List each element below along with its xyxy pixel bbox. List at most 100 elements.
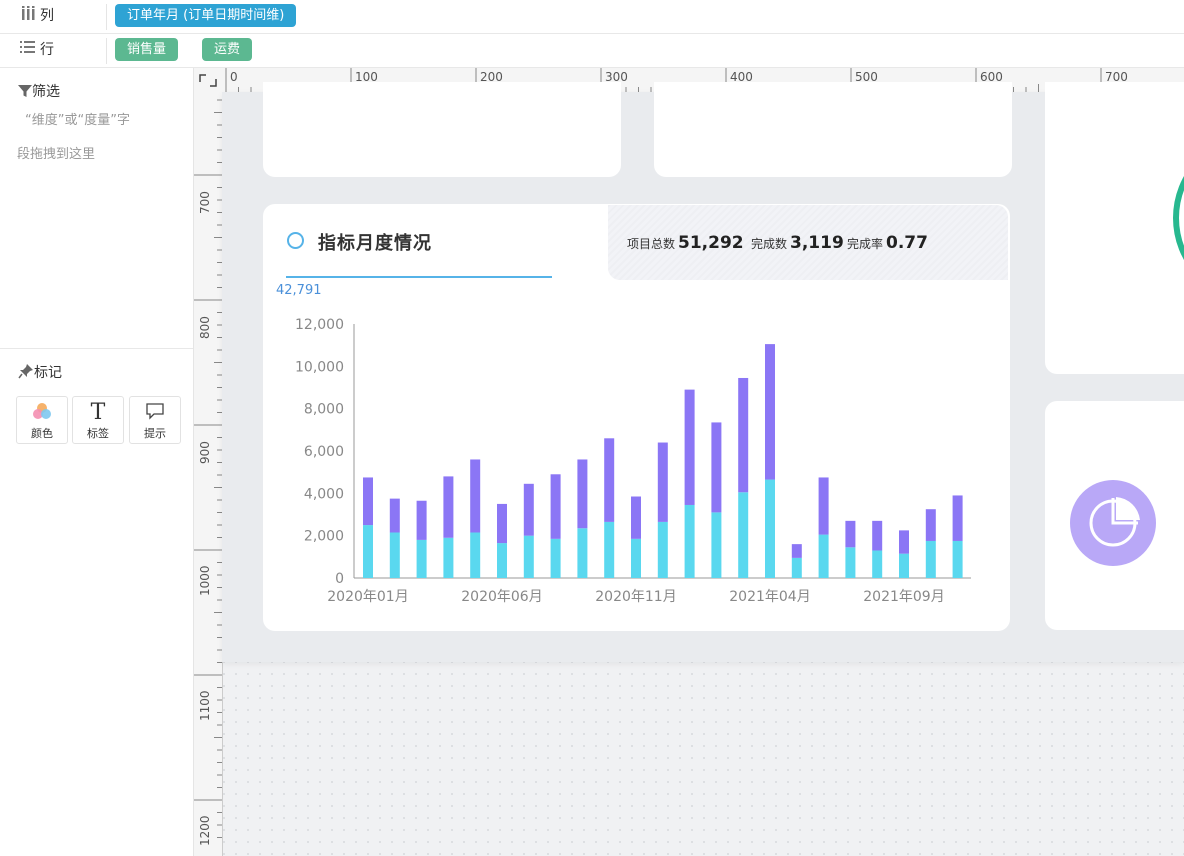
bar-segment-bottom[interactable]: [872, 550, 883, 578]
rows-shelf-label: 行: [20, 34, 54, 67]
bar-segment-top[interactable]: [791, 544, 802, 558]
stat-rate-value: 0.77: [886, 233, 928, 253]
bar-segment-top[interactable]: [684, 389, 695, 505]
bar-segment-bottom[interactable]: [443, 537, 454, 578]
bar-segment-bottom[interactable]: [952, 540, 963, 578]
top-right-card[interactable]: [1045, 82, 1184, 374]
ruler-label: 700: [198, 191, 212, 214]
row-pill-sales[interactable]: 销售量: [115, 38, 179, 61]
stat-completed: 完成数 3,119: [751, 233, 844, 253]
chart-card-title: 指标月度情况: [318, 233, 432, 254]
columns-label: 列: [40, 8, 54, 24]
bar-segment-top[interactable]: [604, 438, 615, 522]
stat-rate-label: 完成率: [847, 237, 884, 251]
label-mark-button[interactable]: T 标签: [72, 396, 124, 444]
bar-segment-top[interactable]: [443, 476, 454, 538]
marks-section-title: 标记: [18, 362, 62, 382]
bar-segment-bottom[interactable]: [765, 479, 775, 578]
bar-segment-bottom[interactable]: [845, 547, 856, 578]
bar-segment-top[interactable]: [523, 483, 534, 536]
stat-completed-label: 完成数: [751, 237, 788, 251]
filter-title: 筛选: [32, 84, 60, 100]
bar-segment-top[interactable]: [711, 422, 722, 513]
y-tick-label: 0: [335, 571, 344, 587]
title-ring-icon: [287, 232, 304, 249]
bar-segment-top[interactable]: [845, 520, 856, 548]
bar-segment-bottom[interactable]: [416, 539, 427, 578]
stat-rate: 完成率 0.77: [847, 233, 928, 253]
bar-segment-bottom[interactable]: [604, 521, 615, 578]
bar-segment-top[interactable]: [497, 503, 507, 544]
stat-total: 项目总数 51,292: [627, 233, 744, 253]
column-bars-icon: [20, 0, 40, 33]
bar-segment-top[interactable]: [899, 530, 909, 554]
bar-segment-bottom[interactable]: [738, 492, 749, 578]
color-mark-label: 颜色: [31, 427, 53, 440]
ruler-label: 1000: [198, 565, 212, 596]
bar-segment-top[interactable]: [363, 477, 373, 526]
bar-segment-top[interactable]: [657, 442, 668, 522]
stat-total-value: 51,292: [678, 233, 744, 253]
bar-segment-bottom[interactable]: [389, 532, 400, 578]
x-tick-label: 2020年11月: [595, 589, 676, 605]
bar-segment-bottom[interactable]: [550, 538, 561, 578]
top-middle-card[interactable]: [654, 82, 1012, 177]
label-mark-label: 标签: [87, 427, 109, 440]
shelf-divider: [106, 38, 107, 64]
bar-segment-bottom[interactable]: [631, 538, 641, 578]
y-tick-label: 12,000: [295, 317, 344, 333]
y-tick-label: 8,000: [304, 402, 344, 418]
bar-segment-top[interactable]: [952, 495, 963, 541]
y-tick-label: 10,000: [295, 359, 344, 375]
bar-segment-bottom[interactable]: [899, 553, 909, 578]
tooltip-mark-button[interactable]: 提示: [129, 396, 181, 444]
filter-section-title: 筛选: [18, 81, 60, 101]
columns-shelf-label: 列: [20, 0, 54, 33]
rows-label: 行: [40, 42, 54, 58]
column-pill-order-month[interactable]: 订单年月 (订单日期时间维): [115, 4, 297, 27]
panel-divider: [0, 348, 193, 349]
y-tick-label: 2,000: [304, 529, 344, 545]
stat-total-label: 项目总数: [627, 237, 676, 251]
filter-hint-line2: 段拖拽到这里: [17, 147, 96, 162]
list-icon: [20, 34, 40, 67]
bottom-right-card[interactable]: [1045, 401, 1184, 630]
bar-segment-bottom[interactable]: [577, 528, 588, 578]
top-left-card[interactable]: [263, 82, 621, 177]
bar-segment-top[interactable]: [550, 474, 561, 539]
bar-segment-bottom[interactable]: [523, 535, 534, 578]
bar-segment-bottom[interactable]: [470, 532, 481, 578]
filter-drop-zone[interactable]: “维度”或“度量”字 段拖拽到这里: [17, 104, 177, 172]
stat-completed-value: 3,119: [790, 233, 844, 253]
bar-segment-bottom[interactable]: [791, 557, 802, 578]
x-tick-label: 2020年01月: [327, 589, 408, 605]
bar-segment-bottom[interactable]: [497, 543, 507, 578]
bar-segment-top[interactable]: [925, 509, 936, 541]
bar-segment-top[interactable]: [738, 377, 749, 493]
ruler-label: 0: [230, 70, 238, 84]
bar-segment-top[interactable]: [577, 459, 588, 529]
bar-segment-bottom[interactable]: [925, 540, 936, 578]
bar-segment-top[interactable]: [765, 344, 775, 480]
speech-bubble-icon: [130, 401, 180, 425]
bar-segment-top[interactable]: [631, 496, 641, 539]
x-tick-label: 2020年06月: [461, 589, 542, 605]
bar-segment-bottom[interactable]: [711, 512, 722, 578]
color-mark-button[interactable]: 颜色: [16, 396, 68, 444]
y-tick-label: 6,000: [304, 444, 344, 460]
shelf-divider: [106, 4, 107, 30]
bar-segment-bottom[interactable]: [684, 504, 695, 578]
bar-segment-bottom[interactable]: [818, 534, 829, 578]
ruler-corner: [194, 68, 223, 93]
bar-segment-top[interactable]: [818, 477, 829, 535]
bar-segment-top[interactable]: [389, 498, 400, 533]
bar-segment-bottom[interactable]: [363, 525, 373, 578]
bar-segment-bottom[interactable]: [657, 521, 668, 578]
row-pill-freight[interactable]: 运费: [202, 38, 253, 61]
bar-segment-top[interactable]: [470, 459, 481, 533]
rows-shelf: 行 销售量 运费: [0, 34, 1184, 68]
ruler-label: 900: [198, 441, 212, 464]
columns-shelf: 列 订单年月 (订单日期时间维): [0, 0, 1184, 34]
bar-segment-top[interactable]: [416, 500, 427, 540]
bar-segment-top[interactable]: [872, 520, 883, 551]
